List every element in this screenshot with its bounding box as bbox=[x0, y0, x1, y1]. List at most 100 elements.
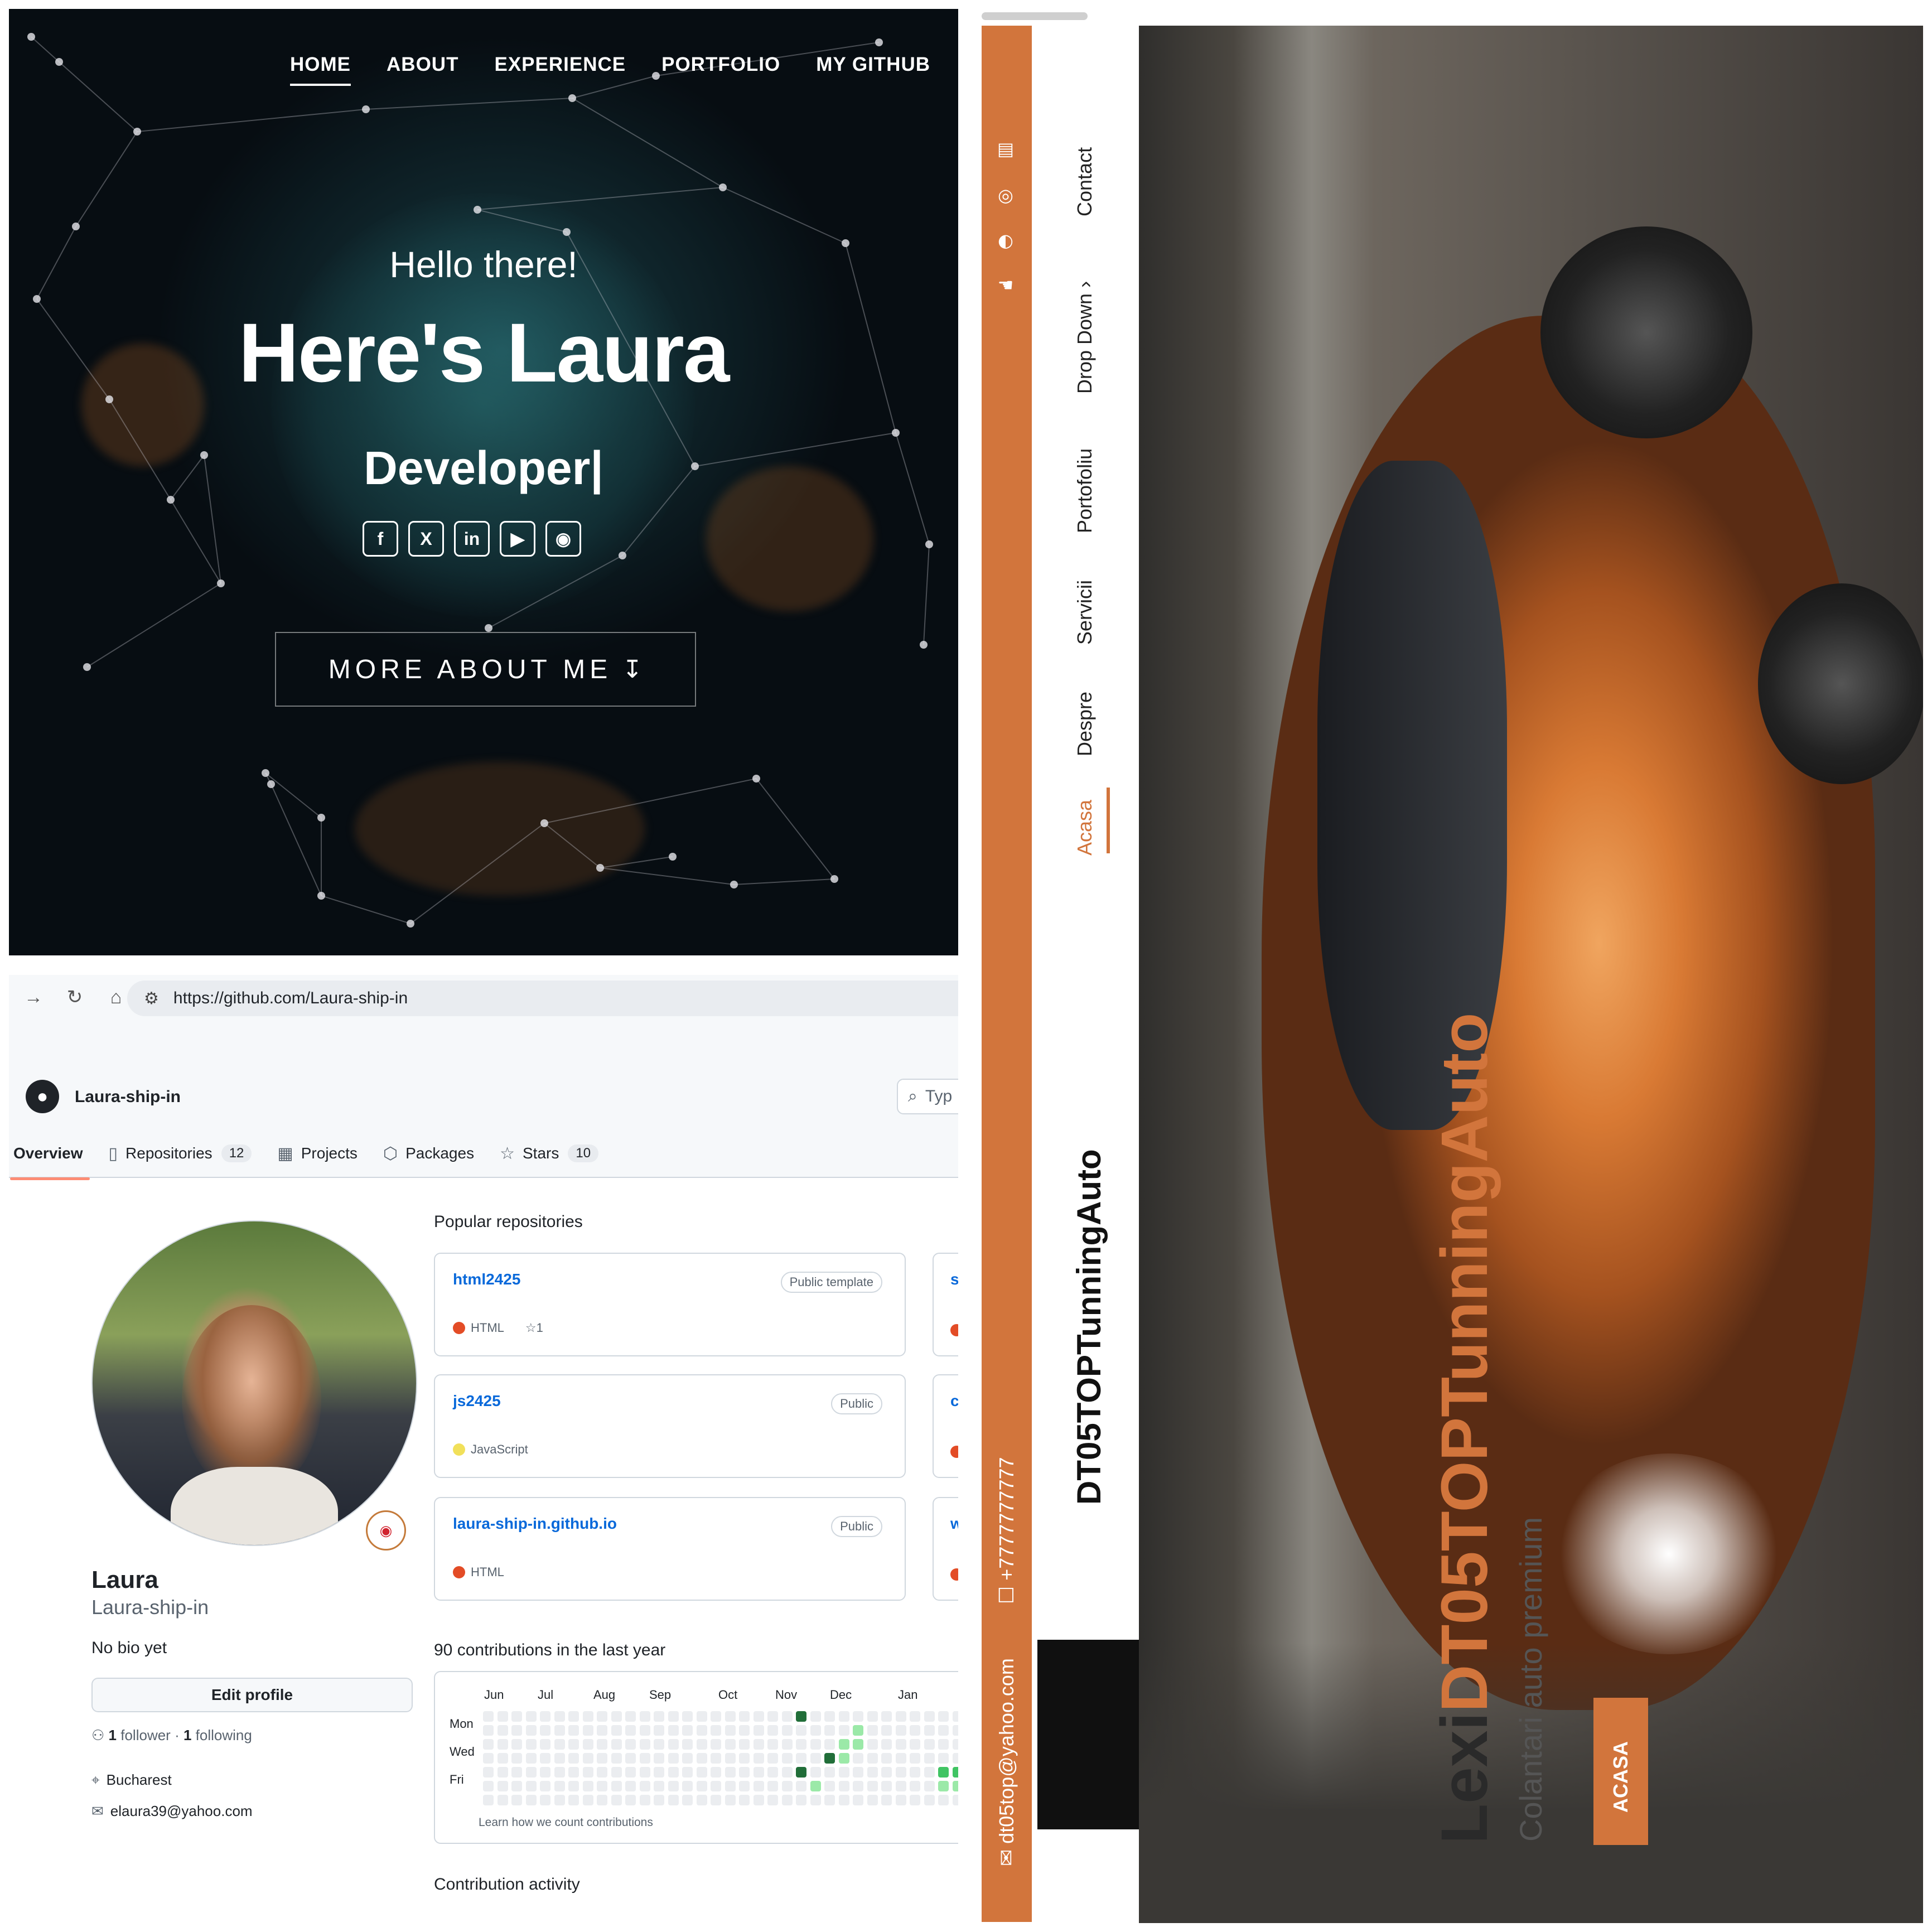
contribution-cell[interactable] bbox=[568, 1725, 579, 1736]
contribution-cell[interactable] bbox=[724, 1739, 736, 1750]
contribution-cell[interactable] bbox=[810, 1767, 821, 1778]
contribution-cell[interactable] bbox=[881, 1711, 892, 1722]
contribution-cell[interactable] bbox=[568, 1795, 579, 1805]
contribution-cell[interactable] bbox=[724, 1781, 736, 1791]
contribution-cell[interactable] bbox=[724, 1725, 736, 1736]
contribution-cell[interactable] bbox=[810, 1753, 821, 1764]
contribution-cell[interactable] bbox=[853, 1711, 863, 1722]
contribution-cell[interactable] bbox=[639, 1711, 650, 1722]
followers-count[interactable]: 1 bbox=[109, 1727, 117, 1743]
contribution-cell[interactable] bbox=[910, 1711, 920, 1722]
contribution-cell[interactable] bbox=[682, 1767, 693, 1778]
contribution-cell[interactable] bbox=[853, 1781, 863, 1791]
contribution-cell[interactable] bbox=[611, 1725, 622, 1736]
contribution-cell[interactable] bbox=[796, 1753, 806, 1764]
contribution-cell[interactable] bbox=[952, 1795, 958, 1805]
contribution-cell[interactable] bbox=[781, 1767, 793, 1778]
contribution-cell[interactable] bbox=[639, 1725, 650, 1736]
github-logo-icon[interactable]: ● bbox=[26, 1080, 59, 1113]
contribution-cell[interactable] bbox=[540, 1725, 550, 1736]
tab-projects[interactable]: ▦ Projects bbox=[277, 1137, 358, 1170]
email-link[interactable]: elaura39@yahoo.com bbox=[110, 1803, 253, 1819]
contribution-cell[interactable] bbox=[895, 1781, 906, 1791]
contribution-cell[interactable] bbox=[724, 1711, 736, 1722]
nav-portfolio[interactable]: PORTFOLIO bbox=[661, 54, 780, 86]
contribution-cell[interactable] bbox=[682, 1795, 693, 1805]
contribution-cell[interactable] bbox=[853, 1767, 863, 1778]
phone-contact[interactable]: ☐ +7777777777 bbox=[995, 1457, 1018, 1604]
reload-icon[interactable]: ↻ bbox=[58, 986, 91, 1008]
tab-repositories[interactable]: ▯ Repositories 12 bbox=[109, 1137, 252, 1170]
following-label[interactable]: following bbox=[196, 1727, 252, 1743]
contribution-cell[interactable] bbox=[483, 1753, 494, 1764]
contribution-cell[interactable] bbox=[625, 1739, 636, 1750]
contribution-cell[interactable] bbox=[881, 1767, 892, 1778]
contribution-cell[interactable] bbox=[611, 1795, 622, 1805]
contribution-cell[interactable] bbox=[796, 1725, 806, 1736]
contribution-cell[interactable] bbox=[639, 1767, 650, 1778]
avatar[interactable] bbox=[91, 1220, 417, 1546]
contribution-cell[interactable] bbox=[781, 1753, 793, 1764]
contribution-cell[interactable] bbox=[625, 1725, 636, 1736]
contribution-cell[interactable] bbox=[597, 1739, 607, 1750]
contribution-cell[interactable] bbox=[753, 1781, 764, 1791]
contribution-cell[interactable] bbox=[554, 1725, 565, 1736]
github-icon[interactable]: ◉ bbox=[545, 521, 581, 557]
menu-contact[interactable]: Contact bbox=[1073, 147, 1097, 216]
contribution-cell[interactable] bbox=[938, 1795, 949, 1805]
contribution-cell[interactable] bbox=[810, 1795, 821, 1805]
contribution-cell[interactable] bbox=[611, 1753, 622, 1764]
contribution-cell[interactable] bbox=[867, 1795, 878, 1805]
contribution-cell[interactable] bbox=[554, 1739, 565, 1750]
contribution-cell[interactable] bbox=[497, 1711, 508, 1722]
contribution-cell[interactable] bbox=[597, 1781, 607, 1791]
contribution-cell[interactable] bbox=[654, 1711, 664, 1722]
hand-icon[interactable]: ☚ bbox=[994, 273, 1017, 297]
contribution-cell[interactable] bbox=[952, 1753, 958, 1764]
menu-portofoliu[interactable]: Portofoliu bbox=[1073, 448, 1097, 533]
contribution-cell[interactable] bbox=[910, 1725, 920, 1736]
nav-home[interactable]: HOME bbox=[290, 54, 351, 86]
contribution-cell[interactable] bbox=[924, 1767, 935, 1778]
facebook-icon[interactable]: f bbox=[363, 521, 398, 557]
contribution-cell[interactable] bbox=[753, 1795, 764, 1805]
contribution-cell[interactable] bbox=[597, 1753, 607, 1764]
brand-logo[interactable] bbox=[1037, 1640, 1141, 1829]
contribution-cell[interactable] bbox=[767, 1739, 778, 1750]
contribution-cell[interactable] bbox=[639, 1795, 650, 1805]
contribution-cell[interactable] bbox=[696, 1753, 707, 1764]
contribution-cell[interactable] bbox=[682, 1781, 693, 1791]
contribution-cell[interactable] bbox=[739, 1753, 750, 1764]
contribution-cell[interactable] bbox=[724, 1767, 736, 1778]
contribution-cell[interactable] bbox=[924, 1725, 935, 1736]
contribution-cell[interactable] bbox=[824, 1767, 835, 1778]
contribution-cell[interactable] bbox=[838, 1795, 849, 1805]
contribution-cell[interactable] bbox=[952, 1711, 958, 1722]
contribution-cell[interactable] bbox=[881, 1725, 892, 1736]
contribution-cell[interactable] bbox=[838, 1781, 849, 1791]
contribution-cell[interactable] bbox=[824, 1781, 835, 1791]
following-count[interactable]: 1 bbox=[183, 1727, 191, 1743]
contribution-cell[interactable] bbox=[668, 1725, 679, 1736]
contribution-cell[interactable] bbox=[511, 1711, 522, 1722]
contribution-cell[interactable] bbox=[625, 1781, 636, 1791]
contribution-cell[interactable] bbox=[739, 1725, 750, 1736]
contribution-cell[interactable] bbox=[924, 1781, 935, 1791]
contribution-cell[interactable] bbox=[568, 1753, 579, 1764]
forward-icon[interactable]: → bbox=[17, 987, 50, 1008]
contribution-cell[interactable] bbox=[654, 1753, 664, 1764]
edit-profile-button[interactable]: Edit profile bbox=[91, 1678, 413, 1712]
contribution-cell[interactable] bbox=[483, 1781, 494, 1791]
contribution-cell[interactable] bbox=[838, 1767, 849, 1778]
contribution-cell[interactable] bbox=[696, 1781, 707, 1791]
x-icon[interactable]: X bbox=[408, 521, 444, 557]
contribution-cell[interactable] bbox=[867, 1753, 878, 1764]
contribution-cell[interactable] bbox=[711, 1767, 721, 1778]
contribution-cell[interactable] bbox=[639, 1781, 650, 1791]
contribution-cell[interactable] bbox=[597, 1711, 607, 1722]
contribution-cell[interactable] bbox=[682, 1711, 693, 1722]
contribution-cell[interactable] bbox=[924, 1711, 935, 1722]
contribution-cell[interactable] bbox=[753, 1767, 764, 1778]
contribution-cell[interactable] bbox=[511, 1725, 522, 1736]
contribution-cell[interactable] bbox=[952, 1739, 958, 1750]
